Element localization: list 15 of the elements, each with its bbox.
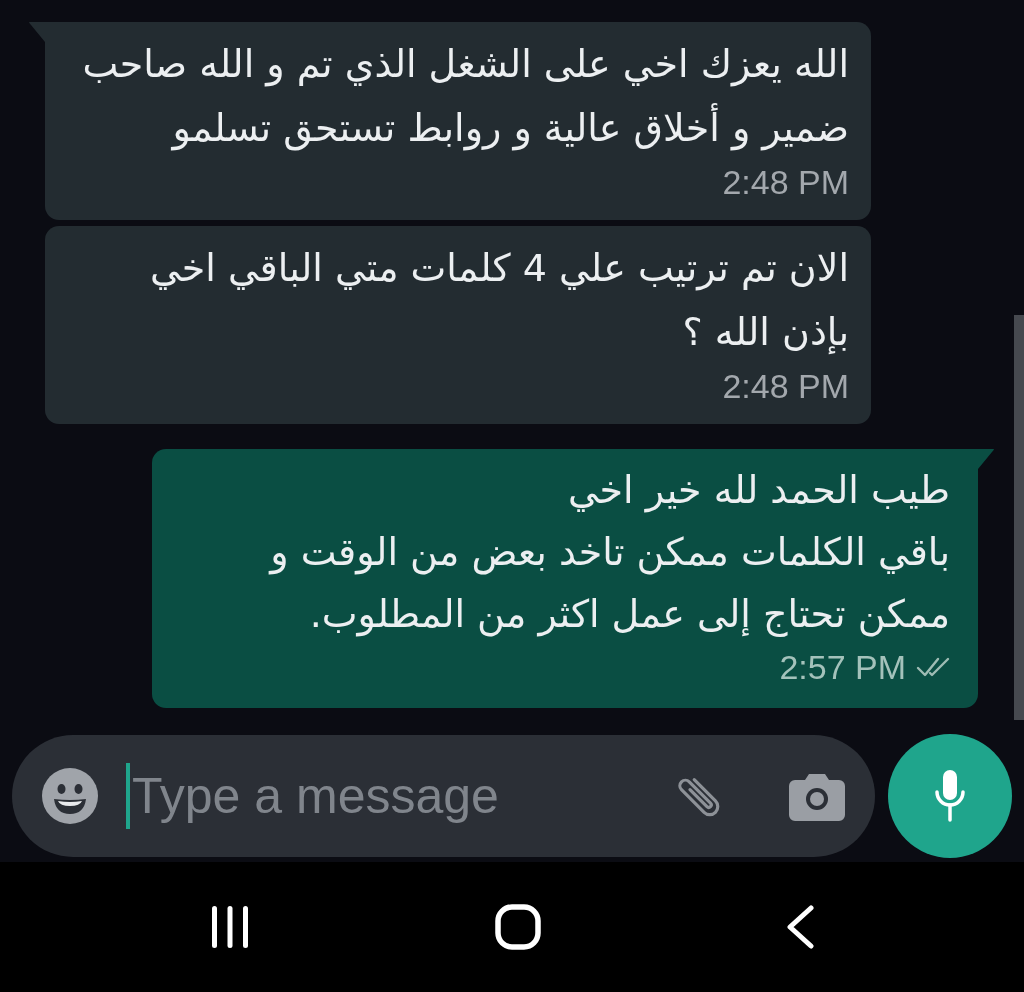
recent-apps-icon[interactable]	[210, 906, 250, 948]
microphone-icon	[935, 770, 965, 822]
smiley-icon[interactable]	[42, 768, 98, 824]
message-time: 2:48 PM	[722, 366, 849, 406]
message-composer[interactable]: Type a message	[12, 735, 875, 857]
message-text: طيب الحمد لله خير اخي باقي الكلمات ممكن تاخد بعض من الوقت و ممكن تحتاج إلى عمل اكثر من المطلوب.	[267, 467, 950, 639]
message-text: الان تم ترتيب علي 4 كلمات متي الباقي اخي بإذن الله ؟	[149, 245, 849, 356]
message-time: 2:48 PM	[722, 162, 849, 202]
text-cursor-icon	[126, 763, 130, 829]
message-text: الله يعزك اخي على الشغل الذي تم و الله صاحب ضمير و أخلاق عالية و روابط تستحق تسلمو	[81, 41, 849, 153]
message-input-field[interactable]: Type a message	[130, 767, 641, 825]
back-icon[interactable]	[786, 905, 814, 949]
message-time: 2:57 PM	[779, 647, 906, 687]
home-icon[interactable]	[495, 904, 541, 950]
camera-icon[interactable]	[789, 771, 845, 821]
